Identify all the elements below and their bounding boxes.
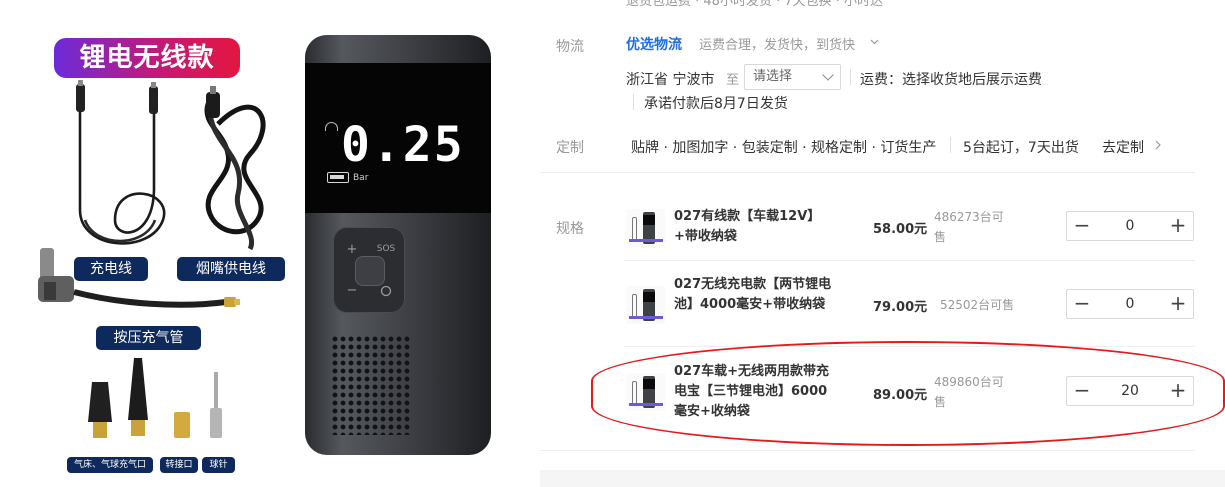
ship-to-prefix: 至 (726, 73, 740, 88)
battery-icon (327, 172, 349, 183)
divider (950, 137, 951, 153)
plus-icon[interactable]: + (1163, 212, 1193, 240)
quantity-input[interactable]: 0 (1097, 212, 1163, 240)
quantity-stepper[interactable]: − 0 + (1066, 211, 1194, 241)
customize-options: 贴牌 · 加图加字 · 包装定制 · 规格定制 · 订货生产 (631, 140, 937, 156)
section-divider (540, 172, 1195, 173)
nozzles-illustration (88, 358, 222, 438)
power-icon (380, 285, 392, 296)
press-hose-label: 按压充气管 (96, 326, 201, 350)
press-hose-illustration (38, 248, 240, 308)
charge-cable-illustration (76, 80, 166, 245)
sku-name: 027有线款【车载12V】+带收纳袋 (674, 209, 821, 244)
product-image-title: 锂电无线款 (54, 38, 240, 78)
quantity-stepper[interactable]: − 0 + (1066, 289, 1194, 319)
ship-from: 浙江省 宁波市 (626, 72, 715, 88)
highlight-annotation (591, 341, 1225, 446)
destination-select-value: 请选择 (753, 69, 793, 84)
plus-icon[interactable]: + (1163, 290, 1193, 318)
gauge-icon (325, 122, 338, 131)
pressure-unit: Bar (353, 173, 369, 183)
sku-name: 027无线充电款【两节锂电池】4000毫安+带收纳袋 (674, 277, 832, 312)
adapter-label: 转接口 (160, 457, 198, 473)
specs-label: 规格 (556, 221, 584, 237)
shipping-promise: 承诺付款后8月7日发货 (644, 96, 788, 112)
pressure-readout: 0.25 (341, 117, 465, 173)
nozzle-bed-ball-label: 气床、气球充气口 (67, 457, 153, 473)
device-center-button (356, 257, 384, 285)
logistics-label: 物流 (556, 39, 584, 55)
customize-min-order: 5台起订，7天出货 (963, 140, 1079, 156)
sku-price: 79.00元 (873, 300, 928, 315)
shipping-fee-note: 运费：选择收货地后展示运费 (860, 72, 1042, 88)
bottom-bar (540, 470, 1225, 487)
device-screen: 0.25 Bar (305, 63, 491, 213)
destination-select[interactable]: 请选择 (744, 64, 841, 90)
customize-label: 定制 (556, 140, 584, 156)
cig-cable-illustration (204, 86, 266, 251)
divider (850, 69, 851, 85)
customize-link[interactable]: 去定制 (1102, 137, 1144, 157)
product-image: 锂电无线款 充电线 烟嘴供电线 按压充气管 气床、气球充气口 转接口 球针 0.… (0, 0, 520, 487)
minus-icon[interactable]: − (1067, 290, 1097, 318)
sku-price: 58.00元 (873, 222, 928, 237)
device-control-pad: + SOS − (333, 227, 405, 313)
chevron-right-icon[interactable] (1154, 139, 1162, 151)
chevron-down-icon[interactable] (870, 38, 879, 46)
service-tags-partial: 退货包运费 · 48小时发货 · 7天包换 · 小时达 (626, 0, 884, 9)
air-pump-device: 0.25 Bar + SOS − (305, 35, 491, 455)
sku-thumbnail (627, 209, 665, 247)
minus-icon[interactable]: − (1067, 212, 1097, 240)
divider (633, 94, 634, 110)
speaker-grille (331, 335, 411, 435)
sku-stock: 486273台可售 (934, 210, 1004, 244)
row-divider (540, 450, 1195, 451)
quantity-input[interactable]: 0 (1097, 290, 1163, 318)
ball-needle-label: 球针 (202, 457, 235, 473)
chevron-down-icon (822, 69, 834, 81)
row-divider (624, 260, 1195, 261)
sku-stock: 52502台可售 (940, 298, 1015, 312)
logistics-service-desc[interactable]: 运费合理，发货快，到货快 (699, 34, 855, 53)
logistics-service[interactable]: 优选物流 (626, 34, 682, 54)
sku-thumbnail (627, 286, 665, 324)
